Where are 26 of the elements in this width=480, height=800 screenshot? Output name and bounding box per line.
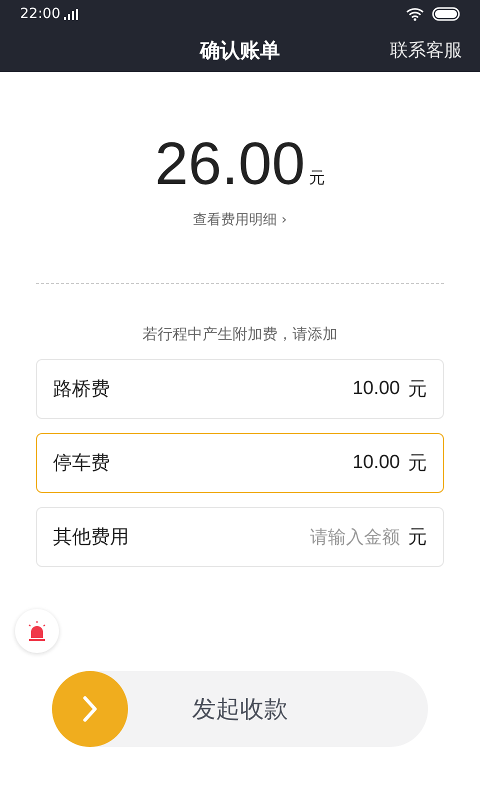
page-title: 确认账单 [200, 37, 280, 64]
battery-icon [432, 7, 460, 21]
alarm-light-icon [26, 620, 48, 642]
fee-label: 其他费用 [53, 524, 129, 550]
fee-row[interactable]: 停车费 10.00 元 [36, 433, 444, 493]
fee-amount: 10.00 [352, 376, 400, 401]
alarm-button[interactable] [15, 609, 59, 653]
fee-detail-link[interactable]: 查看费用明细 › [192, 210, 288, 231]
fee-unit: 元 [408, 450, 427, 476]
amount-unit: 元 [309, 167, 326, 189]
fee-row[interactable]: 路桥费 10.00 元 [36, 359, 444, 419]
total-amount: 26.00 [154, 134, 306, 194]
fee-label: 路桥费 [53, 376, 110, 402]
wifi-icon [406, 8, 424, 20]
fee-row[interactable]: 其他费用 请输入金额 元 [36, 507, 444, 567]
status-time: 22:00 [20, 4, 60, 24]
hint-text: 若行程中产生附加费，请添加 [142, 325, 338, 343]
fee-amount: 10.00 [352, 450, 400, 475]
collect-payment-slider[interactable]: 发起收款 [52, 671, 428, 747]
fee-label: 停车费 [53, 450, 110, 476]
chevron-right-icon [82, 695, 98, 723]
fee-unit: 元 [408, 524, 427, 550]
signal-icon [64, 8, 78, 20]
amount-input-field[interactable]: 请输入金额 [290, 524, 400, 550]
fee-unit: 元 [408, 376, 427, 402]
customer-service-link[interactable]: 联系客服 [390, 37, 462, 64]
